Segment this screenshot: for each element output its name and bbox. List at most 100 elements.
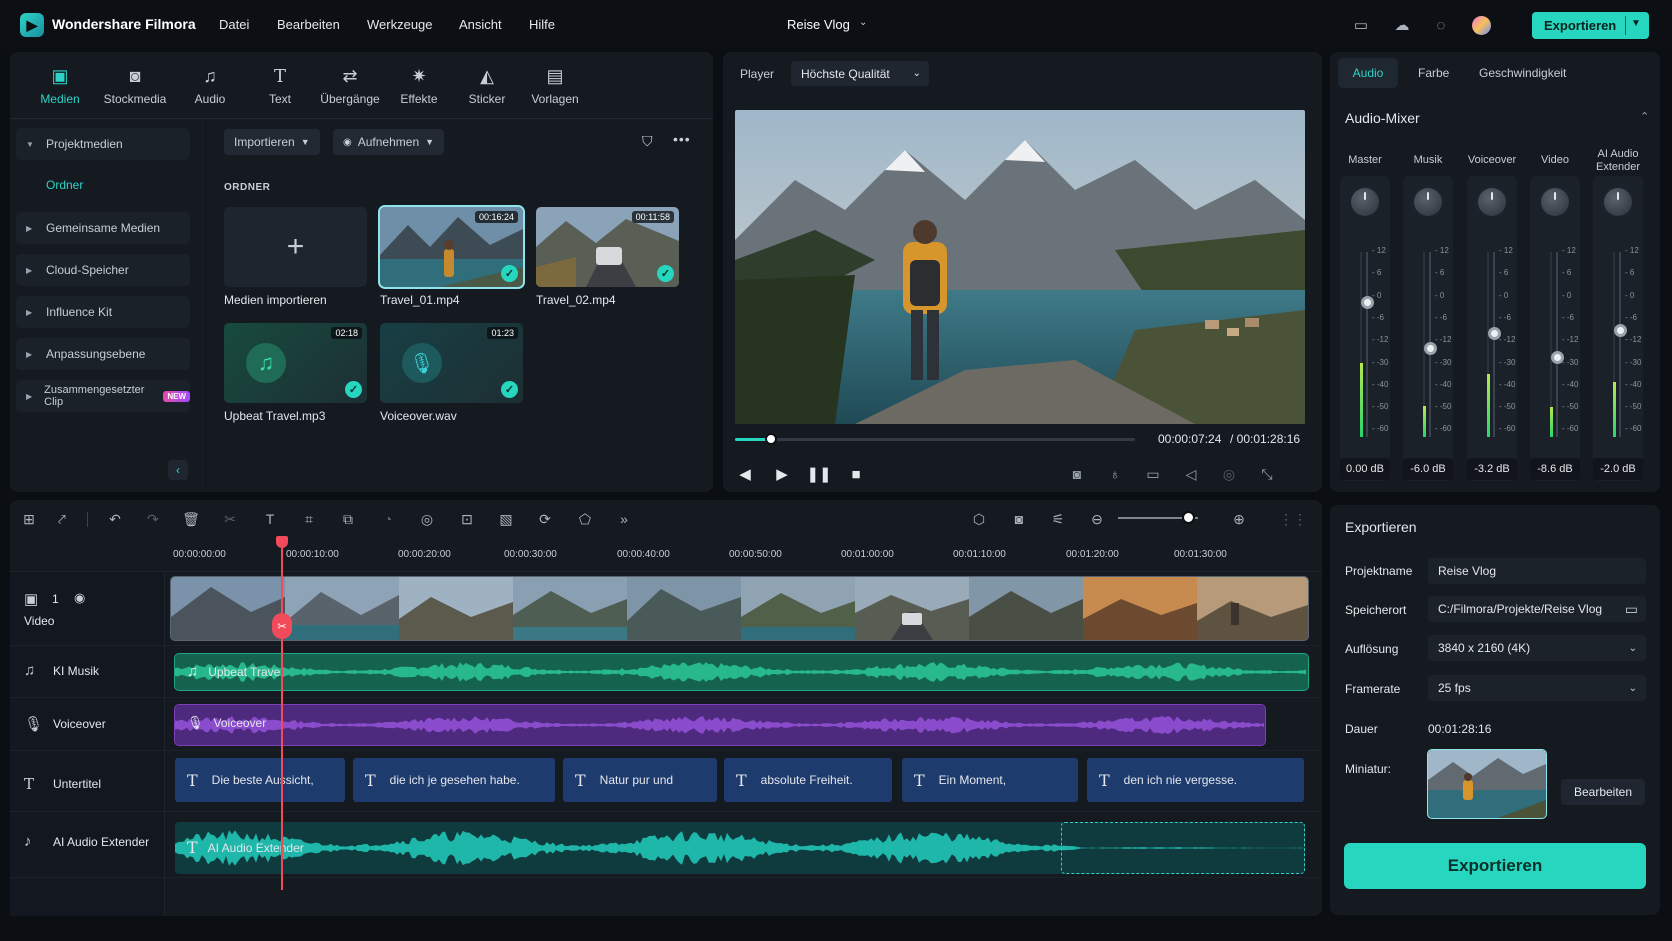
import-dropdown[interactable]: Importieren ▼ (224, 129, 320, 155)
menu-werkzeuge[interactable]: Werkzeuge (367, 17, 433, 32)
prev-frame-icon[interactable]: ◀ (734, 463, 756, 485)
scissors-icon[interactable]: ✂ (219, 508, 241, 530)
chevron-down-icon[interactable]: ⌄ (859, 17, 867, 28)
color-icon[interactable]: ◎ (416, 508, 438, 530)
collapse-sidebar-button[interactable]: ‹ (168, 460, 188, 480)
thumbnail-preview[interactable] (1427, 749, 1547, 819)
pan-knob[interactable] (1541, 188, 1569, 216)
media-item-upbeat-travel[interactable]: ♫ 02:18 ✓ (224, 323, 367, 403)
scissors-icon[interactable]: ✂ (272, 613, 292, 639)
playhead[interactable] (281, 538, 283, 890)
chevron-up-icon[interactable]: ⌃ (1640, 110, 1649, 123)
menu-ansicht[interactable]: Ansicht (459, 17, 502, 32)
text-tool-icon[interactable]: T (259, 508, 281, 530)
focus-icon[interactable]: ⊡ (456, 508, 478, 530)
player-tab[interactable]: Player (740, 67, 774, 81)
sidebar-item-cloud[interactable]: ▶ Cloud-Speicher (16, 254, 190, 286)
lightbulb-icon[interactable]: ◌ (1430, 14, 1452, 36)
resolution-select[interactable]: 3840 x 2160 (4K) ⌄ (1428, 635, 1646, 661)
tab-audio[interactable]: Audio (1338, 58, 1398, 88)
track-header-ai-extender[interactable]: ♪ AI Audio Extender (10, 833, 165, 853)
tool-sticker[interactable]: ◭ Sticker (452, 66, 522, 106)
track-header-voiceover[interactable]: 🎙 Voiceover (10, 715, 165, 735)
project-title[interactable]: Reise Vlog (787, 17, 850, 32)
fader-track[interactable] (1366, 252, 1368, 437)
tab-speed[interactable]: Geschwindigkeit (1479, 66, 1566, 80)
tool-transitions[interactable]: ⇄ Übergänge (315, 66, 385, 106)
track-header-subtitles[interactable]: T Untertitel (10, 775, 165, 795)
delete-icon[interactable]: 🗑 (180, 508, 202, 530)
playhead-handle[interactable] (276, 536, 288, 548)
fullscreen-icon[interactable]: ⤡ (1256, 463, 1278, 485)
crop-icon[interactable]: ⌗ (298, 508, 320, 530)
layout-icon[interactable]: ▭ (1350, 14, 1372, 36)
location-field[interactable]: C:/Filmora/Projekte/Reise Vlog ▭ (1428, 596, 1646, 622)
media-item-travel-02[interactable]: 00:11:58 ✓ (536, 207, 679, 287)
track-header-video[interactable]: ▣ 1 ◉ Video (10, 590, 165, 630)
scrub-handle[interactable] (765, 433, 777, 445)
pan-knob[interactable] (1414, 188, 1442, 216)
tool-media[interactable]: ▣ Medien (25, 66, 95, 106)
project-name-field[interactable]: Reise Vlog (1428, 558, 1646, 584)
tool-stockmedia[interactable]: ◙ Stockmedia (100, 66, 170, 106)
import-media-tile[interactable]: + (224, 207, 367, 287)
zoom-out-icon[interactable]: ⊖ (1086, 508, 1108, 530)
voiceover-clip[interactable]: 🎙 Voiceover (174, 704, 1266, 746)
scrub-track[interactable] (735, 438, 1135, 441)
avatar[interactable] (1472, 16, 1491, 35)
shield-icon[interactable]: ⬡ (968, 508, 990, 530)
subtitle-clip[interactable]: Tabsolute Freiheit. (724, 758, 892, 802)
export-top-button[interactable]: Exportieren ▼ (1532, 12, 1649, 39)
fader-track[interactable] (1619, 252, 1621, 437)
media-item-voiceover[interactable]: 🎙 01:23 ✓ (380, 323, 523, 403)
filter-icon[interactable]: ⛉ (642, 133, 653, 150)
grid-icon[interactable]: ⊞ (18, 508, 40, 530)
tool-text[interactable]: T Text (245, 66, 315, 106)
more-options-icon[interactable]: ••• (673, 131, 691, 147)
undo-icon[interactable]: ↶ (104, 508, 126, 530)
framerate-select[interactable]: 25 fps ⌄ (1428, 675, 1646, 701)
tab-color[interactable]: Farbe (1418, 66, 1449, 80)
menu-hilfe[interactable]: Hilfe (529, 17, 555, 32)
fader-track[interactable] (1493, 252, 1495, 437)
sidebar-item-shared-media[interactable]: ▶ Gemeinsame Medien (16, 212, 190, 244)
mixer-icon[interactable]: ⚟ (1047, 508, 1069, 530)
play-icon[interactable]: ▶ (771, 463, 793, 485)
video-clip[interactable] (170, 576, 1309, 641)
mask-icon[interactable]: ⬠ (574, 508, 596, 530)
sidebar-item-compound-clip[interactable]: ▶ Zusammengesetzter Clip NEW (16, 380, 190, 412)
sidebar-item-influence-kit[interactable]: ▶ Influence Kit (16, 296, 190, 328)
pan-knob[interactable] (1604, 188, 1632, 216)
layout-grid-icon[interactable]: ⋮⋮ (1279, 508, 1307, 530)
music-clip[interactable]: ♫ Upbeat Travel (174, 653, 1309, 691)
pan-knob[interactable] (1478, 188, 1506, 216)
chevron-down-icon[interactable]: ▼ (1631, 18, 1641, 29)
edit-thumbnail-button[interactable]: Bearbeiten (1561, 779, 1645, 805)
track-header-music[interactable]: ♫ KI Musik (10, 662, 165, 682)
eye-icon[interactable]: ◉ (74, 590, 85, 606)
media-item-travel-01[interactable]: 00:16:24 ✓ (378, 205, 525, 289)
select-tool-icon[interactable]: ⤤ (51, 508, 73, 530)
snapshot-icon[interactable]: ◙ (1066, 463, 1088, 485)
display-icon[interactable]: ▭ (1142, 463, 1164, 485)
microphone-icon[interactable]: ♁ (1104, 463, 1126, 485)
tool-templates[interactable]: ▤ Vorlagen (520, 66, 590, 106)
subtitle-clip[interactable]: Tden ich nie vergesse. (1087, 758, 1304, 802)
pan-knob[interactable] (1351, 188, 1379, 216)
sidebar-item-projektmedien[interactable]: ▼ Projektmedien (16, 128, 190, 160)
record-dropdown[interactable]: ◉ Aufnehmen ▼ (333, 129, 445, 155)
folder-icon[interactable]: ▭ (1625, 601, 1638, 618)
rotate-icon[interactable]: ⟳ (534, 508, 556, 530)
quality-select[interactable]: Höchste Qualität ⌄ (791, 61, 929, 86)
tool-effects[interactable]: ✷ Effekte (384, 66, 454, 106)
menu-datei[interactable]: Datei (219, 17, 249, 32)
render-icon[interactable]: ◎ (1218, 463, 1240, 485)
camera-icon[interactable]: ◙ (1008, 508, 1030, 530)
copy-icon[interactable]: ⧉ (337, 508, 359, 530)
fast-forward-icon[interactable]: » (613, 508, 635, 530)
subtitle-clip[interactable]: T Ein Moment, (902, 758, 1078, 802)
subtitle-clip[interactable]: T Die beste Aussicht, (175, 758, 345, 802)
zoom-in-icon[interactable]: ⊕ (1228, 508, 1250, 530)
stop-icon[interactable]: ■ (845, 463, 867, 485)
video-preview[interactable] (735, 110, 1305, 424)
